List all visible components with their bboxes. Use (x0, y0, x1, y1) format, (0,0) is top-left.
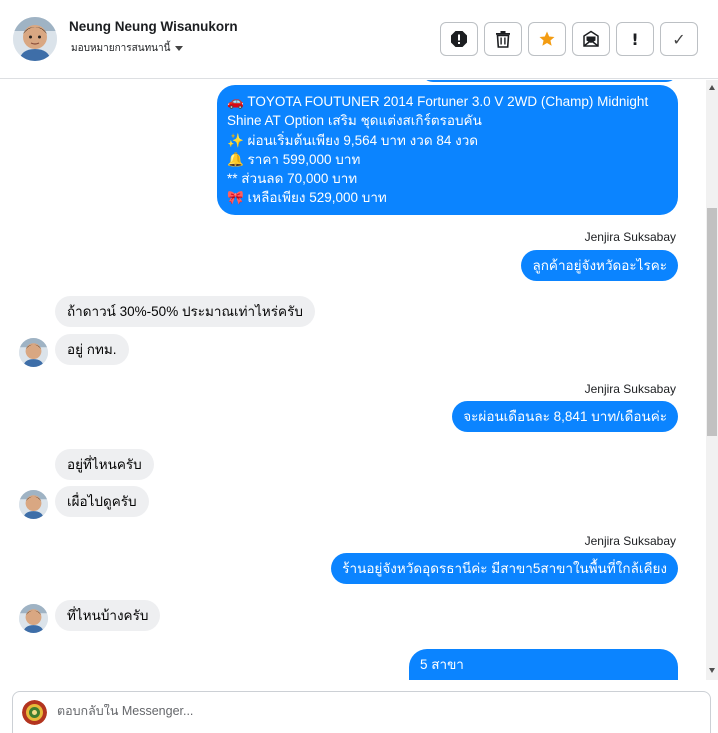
outgoing-message-bubble[interactable]: 5 สาขา (409, 649, 678, 680)
sender-name: Jenjira Suksabay (584, 534, 676, 548)
message-line: 🚗 TOYOTA FOUTUNER 2014 Fortuner 3.0 V 2W… (227, 94, 649, 109)
message-line: 🎀 เหลือเพียง 529,000 บาท (227, 190, 387, 206)
thread-scrollbar[interactable] (706, 80, 718, 680)
outgoing-message-bubble[interactable]: 🚗 TOYOTA FOUTUNER 2014 Fortuner 3.0 V 2W… (217, 85, 678, 215)
incoming-message-bubble[interactable]: ถ้าดาวน์ 30%-50% ประมาณเท่าไหร่ครับ (55, 296, 315, 328)
star-icon (539, 31, 555, 46)
message-thread[interactable]: 🚗 TOYOTA FOUTUNER 2014 Fortuner 3.0 V 2W… (0, 80, 706, 680)
trash-icon (496, 31, 510, 48)
message-line: 🔔 ราคา 599,000 บาท (227, 151, 361, 167)
assign-conversation-dropdown[interactable]: มอบหมายการสนทนานี้ (71, 41, 184, 56)
scroll-down-arrow-icon[interactable] (709, 668, 715, 673)
previous-message-bubble[interactable] (421, 80, 678, 82)
sender-name: Jenjira Suksabay (584, 230, 676, 244)
reply-composer[interactable] (12, 691, 711, 733)
contact-name[interactable]: Neung Neung Wisanukorn (69, 19, 238, 34)
chevron-down-icon (175, 46, 184, 51)
message-line: Shine AT Option เสริม ชุดแต่งสเกิร์ตรอบค… (227, 113, 482, 129)
incoming-message-bubble[interactable]: อยู่ กทม. (55, 334, 129, 366)
sender-name: Jenjira Suksabay (584, 382, 676, 396)
scrollbar-thumb[interactable] (707, 208, 717, 436)
mark-spam-button[interactable]: ! (616, 22, 654, 56)
octagon-alert-icon (451, 31, 467, 47)
incoming-message-bubble[interactable]: ที่ไหนบ้างครับ (55, 600, 161, 632)
mark-done-button[interactable]: ✓ (660, 22, 698, 56)
message-line: ✨ ผ่อนเริ่มต้นเพียง 9,564 บาท งวด 84 งวด (227, 132, 479, 148)
outgoing-message-bubble[interactable]: ร้านอยู่จังหวัดอุดรธานีค่ะ มีสาขา5สาขาใน… (331, 553, 678, 585)
assign-conversation-label: มอบหมายการสนทนานี้ (71, 43, 171, 54)
page-avatar (22, 700, 47, 725)
reply-input[interactable] (57, 704, 657, 718)
message-line: ** ส่วนลด 70,000 บาท (227, 171, 358, 187)
contact-avatar[interactable] (19, 338, 48, 367)
envelope-icon (583, 30, 599, 47)
mark-unread-button[interactable] (572, 22, 610, 56)
incoming-message-bubble[interactable]: อยู่ที่ไหนครับ (55, 449, 154, 481)
contact-avatar[interactable] (13, 17, 57, 61)
message-line: 5 สาขา (420, 657, 464, 672)
delete-button[interactable] (484, 22, 522, 56)
header-actions: ! ✓ (440, 22, 698, 56)
scroll-up-arrow-icon[interactable] (709, 85, 715, 90)
report-button[interactable] (440, 22, 478, 56)
checkmark-icon: ✓ (672, 29, 686, 49)
outgoing-message-bubble[interactable]: ลูกค้าอยู่จังหวัดอะไรคะ (521, 250, 678, 282)
conversation-header: Neung Neung Wisanukorn มอบหมายการสนทนานี… (0, 0, 718, 79)
incoming-message-bubble[interactable]: เผื่อไปดูครับ (55, 486, 149, 518)
exclamation-icon: ! (631, 29, 639, 49)
contact-avatar[interactable] (19, 490, 48, 519)
outgoing-message-bubble[interactable]: จะผ่อนเดือนละ 8,841 บาท/เดือนค่ะ (452, 401, 678, 433)
star-button[interactable] (528, 22, 566, 56)
contact-avatar[interactable] (19, 604, 48, 633)
